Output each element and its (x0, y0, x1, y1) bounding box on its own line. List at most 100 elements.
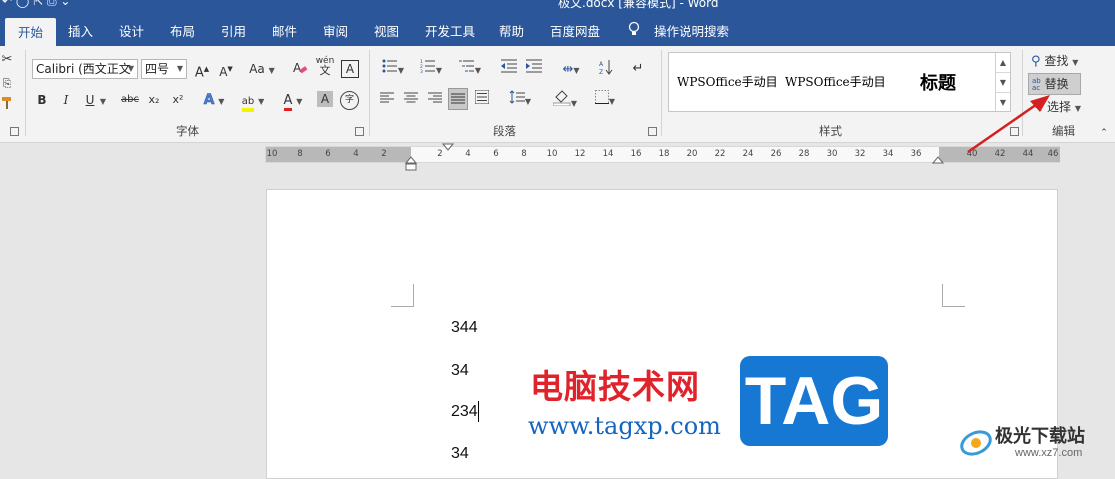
clipboard-launcher-icon[interactable] (10, 127, 19, 136)
enclose-characters-button[interactable]: 字 (340, 91, 359, 110)
divider (661, 50, 662, 136)
ruler-tick: 6 (325, 149, 331, 159)
search-icon: ⚲ (1031, 54, 1041, 69)
ruler-tick: 36 (910, 149, 922, 159)
numbering-button[interactable]: 1 2 3 ▼ (416, 59, 446, 79)
ruler-tick: 14 (602, 149, 614, 159)
font-color-button[interactable]: A ▼ (278, 90, 308, 111)
ruler-tick: 4 (353, 149, 359, 159)
font-name-combo[interactable]: Calibri (西文正文 ▼ (32, 59, 138, 79)
format-painter-icon[interactable] (0, 96, 14, 116)
shading-button[interactable]: ▼ (548, 90, 582, 110)
tab-design[interactable]: 设计 (119, 21, 144, 40)
tab-developer[interactable]: 开发工具 (425, 21, 475, 40)
paint-bucket-icon (552, 90, 571, 107)
ruler-tick: 34 (882, 149, 894, 159)
justify-icon[interactable] (448, 88, 468, 110)
tab-layout[interactable]: 布局 (170, 21, 195, 40)
indent-marker-icon[interactable] (405, 143, 417, 171)
show-marks-icon[interactable]: ↵ (630, 59, 646, 79)
ruler-tick: 18 (658, 149, 670, 159)
bold-button[interactable]: B (35, 90, 49, 110)
clear-formatting-icon[interactable]: A (291, 59, 309, 79)
font-size-combo[interactable]: 四号 ▼ (141, 59, 187, 79)
chevron-up-icon[interactable]: ▲ (996, 53, 1010, 73)
ruler-tick: 24 (742, 149, 754, 159)
tab-review[interactable]: 审阅 (323, 21, 348, 40)
annotation-arrow-icon (967, 95, 1050, 154)
change-case-button[interactable]: Aa ▼ (246, 59, 278, 79)
watermark-site-name: 电脑技术网 (530, 367, 700, 406)
tell-me-search[interactable]: 操作说明搜索 (654, 21, 729, 40)
character-shading-button[interactable]: A (317, 91, 333, 107)
group-label-paragraph: 段落 (493, 124, 516, 138)
tab-references[interactable]: 引用 (221, 21, 246, 40)
align-left-icon[interactable] (379, 90, 395, 110)
paragraph[interactable]: 234 (451, 403, 478, 421)
ruler-tick: 28 (798, 149, 810, 159)
copy-icon[interactable]: ⎘ (0, 74, 14, 94)
italic-button[interactable]: I (59, 90, 73, 110)
window-title: 极文.docx [兼容模式] - Word (558, 0, 719, 10)
align-right-icon[interactable] (427, 90, 443, 110)
text-effects-button[interactable]: A ▼ (199, 90, 229, 110)
first-line-indent-icon[interactable] (442, 143, 454, 153)
tab-view[interactable]: 视图 (374, 21, 399, 40)
paragraph[interactable]: 34 (451, 445, 469, 463)
character-border-icon[interactable]: A (341, 60, 359, 78)
tab-help[interactable]: 帮助 (499, 21, 524, 40)
svg-text:Z: Z (599, 69, 603, 75)
title-bar: ↶ ◯ ⇱ ⎙ ⌄ 极文.docx [兼容模式] - Word (0, 0, 1115, 14)
bullets-button[interactable]: ▼ (378, 59, 408, 79)
paragraph-dialog-launcher-icon[interactable] (648, 127, 657, 136)
tab-insert[interactable]: 插入 (68, 21, 93, 40)
quick-access-icons[interactable]: ↶ ◯ ⇱ ⎙ ⌄ (2, 0, 70, 9)
chevron-down-icon: ▼ (127, 64, 134, 73)
find-button[interactable]: ⚲ 查找 ▼ (1031, 51, 1093, 71)
style-item[interactable]: WPSOffice手动目 (785, 73, 886, 90)
style-item-heading[interactable]: 标题 (920, 69, 956, 95)
tab-baidu-netdisk[interactable]: 百度网盘 (550, 21, 600, 40)
cut-icon[interactable]: ✂ (0, 50, 14, 70)
svg-text:A: A (293, 61, 302, 75)
right-indent-icon[interactable] (932, 155, 944, 165)
ribbon-tabs: 开始 插入 设计 布局 引用 邮件 审阅 视图 开发工具 帮助 百度网盘 操作说… (0, 14, 1115, 46)
watermark-tag-logo: TAG (740, 356, 888, 446)
watermark-brand2-url: www.xz7.com (1015, 447, 1083, 459)
multilevel-list-button[interactable]: ▼ (455, 59, 485, 79)
increase-indent-icon[interactable] (524, 59, 544, 79)
tab-home[interactable]: 开始 (5, 18, 57, 46)
strikethrough-button[interactable]: abc (120, 90, 140, 110)
underline-button[interactable]: U (83, 90, 97, 110)
borders-icon (594, 90, 609, 104)
subscript-button[interactable]: x₂ (146, 90, 162, 110)
line-spacing-button[interactable]: ▼ (505, 90, 535, 110)
highlight-button[interactable]: ab ▼ (236, 90, 270, 112)
tab-mailings[interactable]: 邮件 (272, 21, 297, 40)
font-dialog-launcher-icon[interactable] (355, 127, 364, 136)
borders-button[interactable]: ▼ (590, 90, 620, 110)
ruler-tick: 8 (297, 149, 303, 159)
chevron-down-icon[interactable]: ▼ (99, 90, 107, 110)
ruler-tick: 30 (826, 149, 838, 159)
chinese-layout-icon: ⇹ (562, 62, 574, 77)
ruler-tick: 10 (266, 149, 278, 159)
chinese-layout-button[interactable]: ⇹▼ (556, 59, 586, 79)
decrease-indent-icon[interactable] (499, 59, 519, 79)
ruler-tick: 12 (574, 149, 586, 159)
distributed-icon[interactable] (474, 89, 490, 110)
style-item[interactable]: WPSOffice手动目 (677, 73, 778, 90)
ruler-tick: 6 (493, 149, 499, 159)
grow-font-icon[interactable]: A▲ (193, 59, 211, 80)
shrink-font-icon[interactable]: A▼ (217, 59, 235, 79)
sort-icon[interactable]: AZ (596, 59, 616, 79)
align-center-icon[interactable] (403, 90, 419, 110)
phonetic-guide-button[interactable]: wén 文 (315, 56, 335, 76)
font-color-icon: A (283, 94, 293, 111)
bullets-icon (382, 59, 397, 73)
paragraph[interactable]: 34 (451, 362, 469, 380)
watermark-brand2-name: 极光下载站 (995, 426, 1085, 447)
chevron-up-icon[interactable]: ⌃ (1098, 123, 1110, 143)
superscript-button[interactable]: x² (170, 90, 186, 110)
paragraph[interactable]: 344 (451, 319, 478, 337)
